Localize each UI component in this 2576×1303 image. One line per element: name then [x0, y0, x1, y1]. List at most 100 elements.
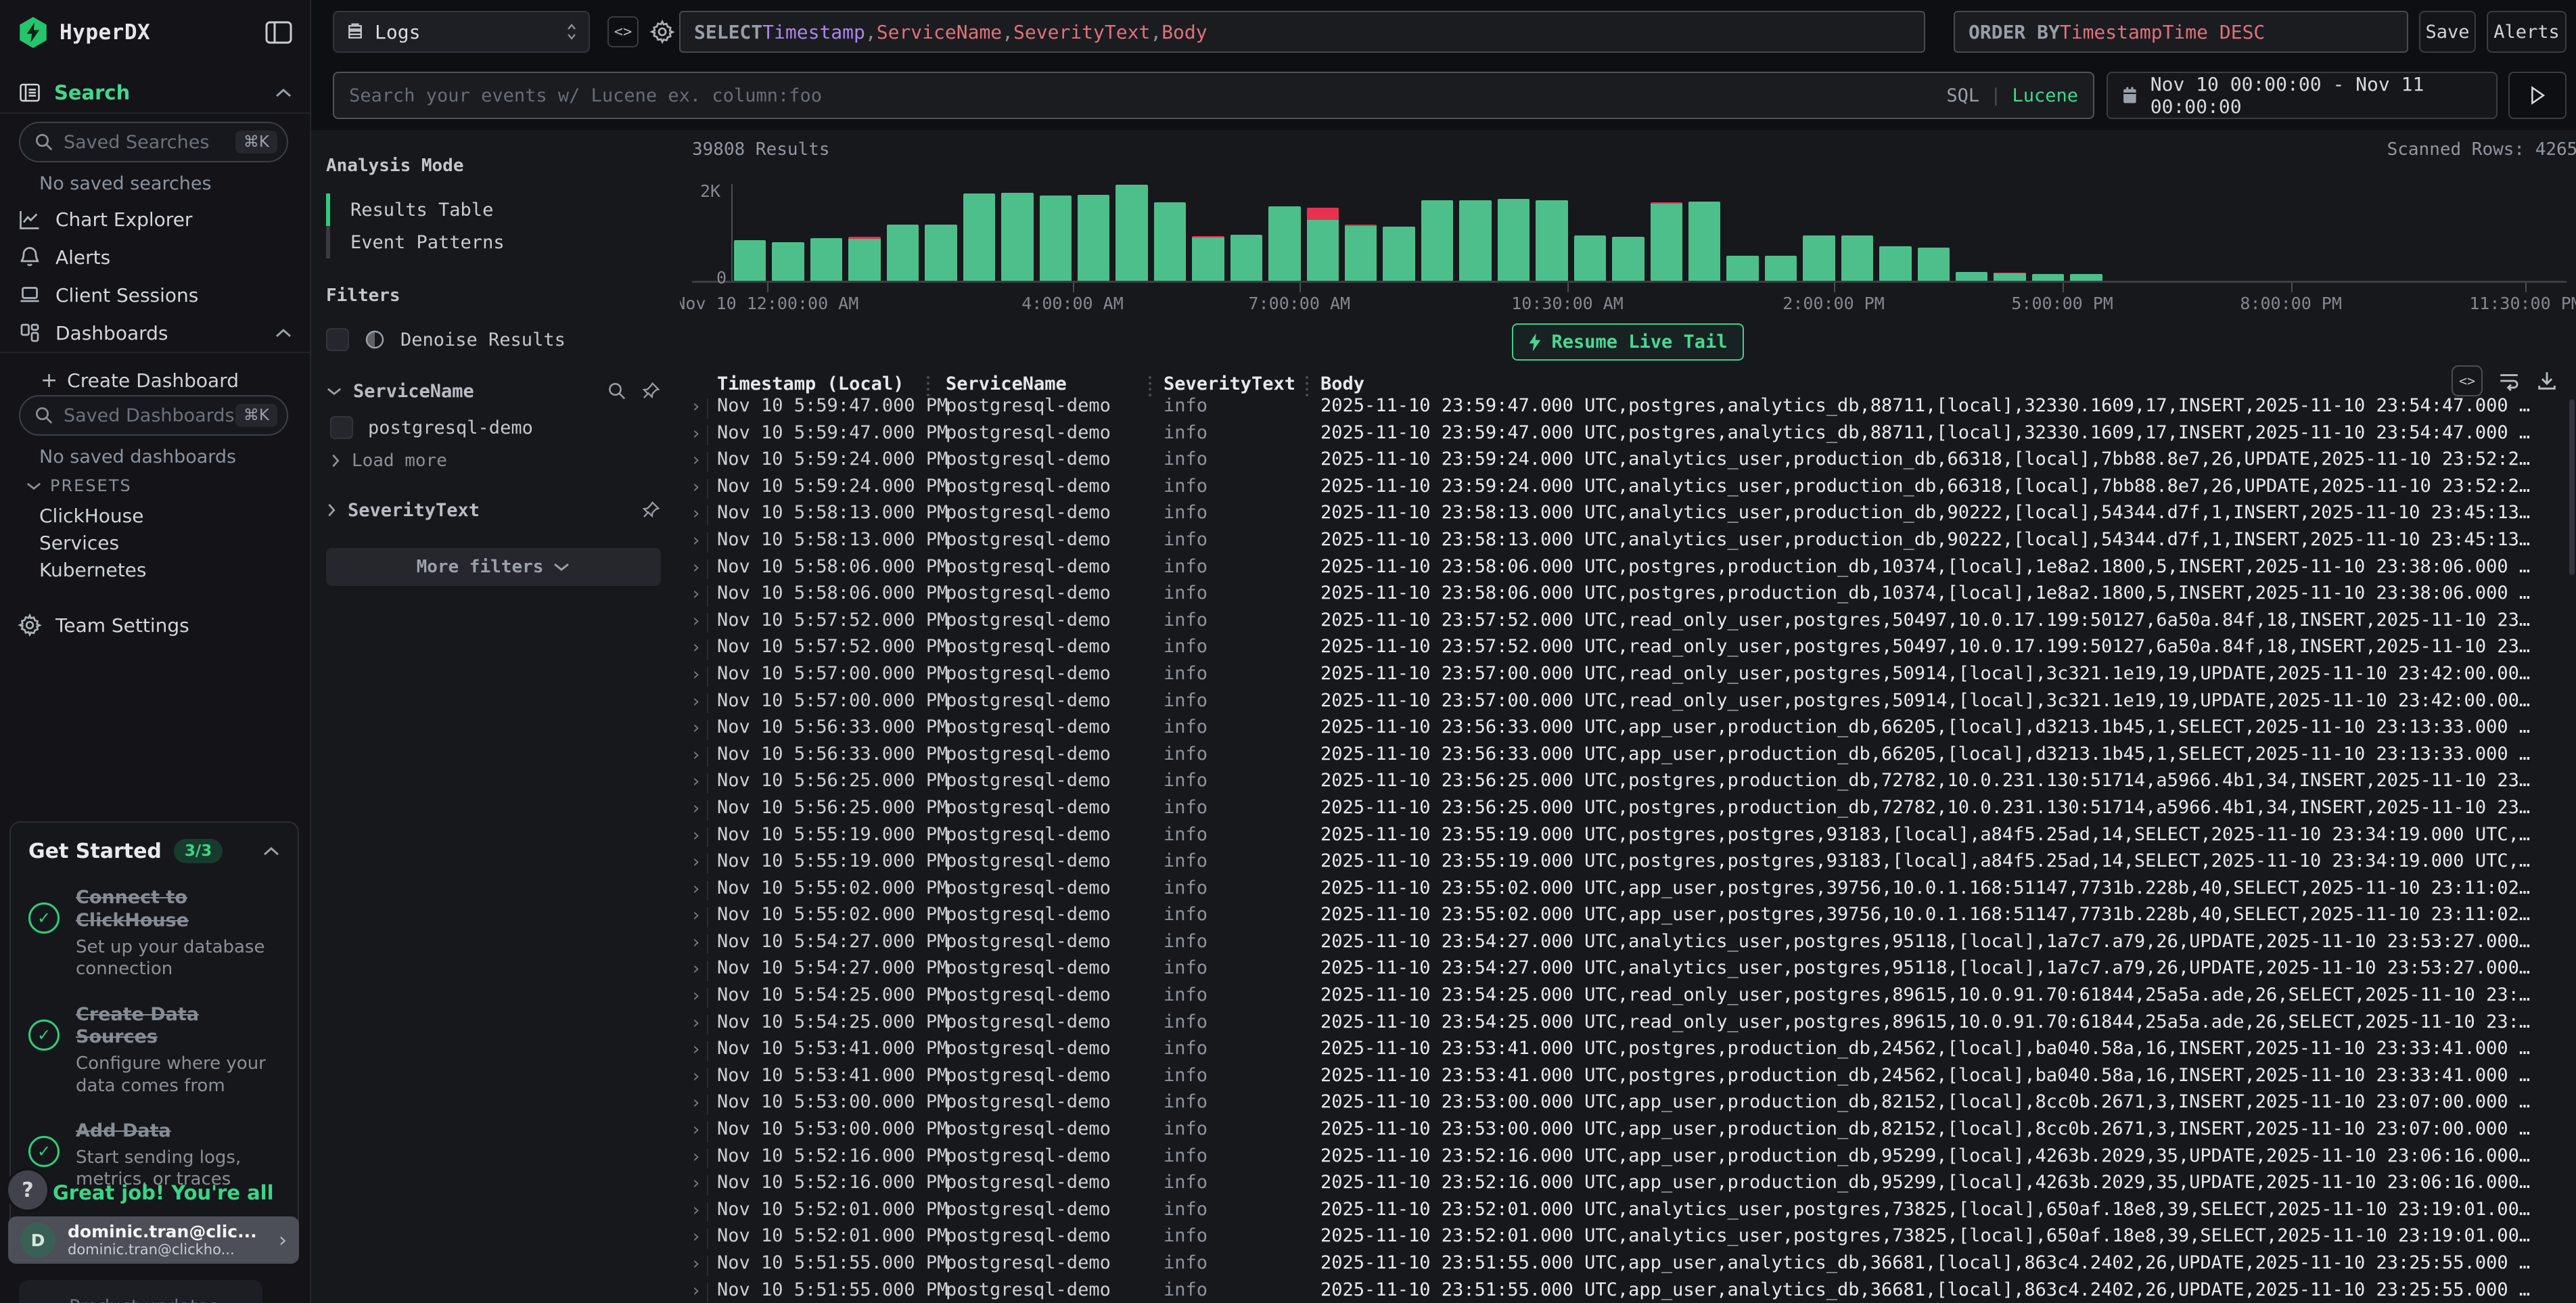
sidebar-item-chart-explorer[interactable]: Chart Explorer — [0, 202, 310, 237]
preset-dashboard-services[interactable]: Services — [39, 532, 119, 554]
table-row[interactable]: ›Nov 10 5:59:47.000 PMpostgresql-demoinf… — [680, 395, 2576, 422]
column-resize-handle[interactable] — [1306, 376, 1308, 396]
column-resize-handle[interactable] — [927, 376, 929, 396]
source-select[interactable]: Logs — [333, 11, 590, 53]
row-expand-chevron[interactable]: › — [691, 584, 702, 604]
presets-toggle[interactable]: PRESETS — [26, 476, 132, 495]
row-expand-chevron[interactable]: › — [691, 959, 702, 979]
date-range-picker[interactable]: Nov 10 00:00:00 - Nov 11 00:00:00 — [2107, 72, 2498, 119]
table-row[interactable]: ›Nov 10 5:55:02.000 PMpostgresql-demoinf… — [680, 904, 2576, 931]
table-row[interactable]: ›Nov 10 5:54:27.000 PMpostgresql-demoinf… — [680, 957, 2576, 984]
table-row[interactable]: ›Nov 10 5:59:24.000 PMpostgresql-demoinf… — [680, 476, 2576, 503]
table-row[interactable]: ›Nov 10 5:58:06.000 PMpostgresql-demoinf… — [680, 556, 2576, 583]
table-row[interactable]: ›Nov 10 5:53:41.000 PMpostgresql-demoinf… — [680, 1065, 2576, 1092]
table-row[interactable]: ›Nov 10 5:56:25.000 PMpostgresql-demoinf… — [680, 797, 2576, 824]
event-search-input[interactable]: Search your events w/ Lucene ex. column:… — [333, 72, 2094, 119]
mode-event-patterns[interactable]: Event Patterns — [326, 226, 661, 258]
mode-results-table[interactable]: Results Table — [326, 193, 661, 226]
column-resize-handle[interactable] — [1149, 376, 1151, 396]
facet-group-servicename[interactable]: ServiceName — [326, 372, 661, 410]
row-expand-chevron[interactable]: › — [691, 1173, 702, 1193]
row-expand-chevron[interactable]: › — [691, 530, 702, 551]
row-expand-chevron[interactable]: › — [691, 1227, 702, 1247]
sidebar-item-dashboards[interactable]: Dashboards — [0, 315, 310, 350]
events-histogram[interactable]: 2K 0 — [692, 181, 2567, 283]
table-row[interactable]: ›Nov 10 5:59:47.000 PMpostgresql-demoinf… — [680, 422, 2576, 449]
chevron-up-icon[interactable] — [275, 327, 292, 338]
chevron-up-icon[interactable] — [262, 846, 280, 856]
sql-editor-toggle-button[interactable]: <> — [607, 16, 639, 47]
row-expand-chevron[interactable]: › — [691, 450, 702, 470]
alerts-button[interactable]: Alerts — [2487, 11, 2567, 53]
get-started-step[interactable]: ✓Create Data SourcesConfigure where your… — [28, 1003, 280, 1097]
row-expand-chevron[interactable]: › — [691, 905, 702, 925]
save-button[interactable]: Save — [2419, 11, 2476, 53]
table-row[interactable]: ›Nov 10 5:58:06.000 PMpostgresql-demoinf… — [680, 582, 2576, 610]
table-row[interactable]: ›Nov 10 5:56:25.000 PMpostgresql-demoinf… — [680, 770, 2576, 797]
column-header-timestamp[interactable]: Timestamp (Local) — [717, 373, 904, 394]
table-row[interactable]: ›Nov 10 5:58:13.000 PMpostgresql-demoinf… — [680, 529, 2576, 556]
facet-group-severitytext[interactable]: SeverityText — [326, 491, 661, 529]
row-expand-chevron[interactable]: › — [691, 1200, 702, 1220]
row-expand-chevron[interactable]: › — [691, 611, 702, 631]
table-row[interactable]: ›Nov 10 5:55:02.000 PMpostgresql-demoinf… — [680, 877, 2576, 905]
preset-dashboard-clickhouse[interactable]: ClickHouse — [39, 505, 143, 527]
row-expand-chevron[interactable]: › — [691, 424, 702, 444]
saved-dashboards-input[interactable]: Saved Dashboards ⌘K — [19, 395, 288, 436]
table-row[interactable]: ›Nov 10 5:59:24.000 PMpostgresql-demoinf… — [680, 449, 2576, 476]
table-row[interactable]: ›Nov 10 5:56:33.000 PMpostgresql-demoinf… — [680, 744, 2576, 771]
denoise-results-checkbox-row[interactable]: Denoise Results — [326, 322, 661, 357]
get-started-step[interactable]: ✓Add DataStart sending logs, metrics, or… — [28, 1120, 280, 1191]
product-updates-card[interactable]: Product updates — [19, 1280, 262, 1303]
row-expand-chevron[interactable]: › — [691, 396, 702, 417]
row-expand-chevron[interactable]: › — [691, 1093, 702, 1113]
sidebar-item-team-settings[interactable]: Team Settings — [0, 608, 310, 643]
row-expand-chevron[interactable]: › — [691, 664, 702, 685]
table-row[interactable]: ›Nov 10 5:51:55.000 PMpostgresql-demoinf… — [680, 1279, 2576, 1303]
sidebar-item-alerts[interactable]: Alerts — [0, 239, 310, 275]
row-expand-chevron[interactable]: › — [691, 932, 702, 953]
sidebar-item-client-sessions[interactable]: Client Sessions — [0, 277, 310, 313]
table-row[interactable]: ›Nov 10 5:55:19.000 PMpostgresql-demoinf… — [680, 850, 2576, 877]
row-expand-chevron[interactable]: › — [691, 825, 702, 846]
vertical-scrollbar[interactable] — [2569, 399, 2575, 575]
chevron-up-icon[interactable] — [275, 87, 292, 98]
table-row[interactable]: ›Nov 10 5:57:52.000 PMpostgresql-demoinf… — [680, 636, 2576, 663]
table-row[interactable]: ›Nov 10 5:53:00.000 PMpostgresql-demoinf… — [680, 1118, 2576, 1145]
table-row[interactable]: ›Nov 10 5:57:52.000 PMpostgresql-demoinf… — [680, 610, 2576, 637]
order-by-input[interactable]: ORDER BY TimestampTime DESC — [1954, 11, 2408, 53]
select-columns-input[interactable]: SELECT Timestamp,ServiceName,SeverityTex… — [679, 11, 1925, 53]
table-row[interactable]: ›Nov 10 5:58:13.000 PMpostgresql-demoinf… — [680, 502, 2576, 529]
table-row[interactable]: ›Nov 10 5:52:16.000 PMpostgresql-demoinf… — [680, 1172, 2576, 1199]
language-toggle-sql[interactable]: SQL — [1946, 85, 1979, 106]
row-expand-chevron[interactable]: › — [691, 1147, 702, 1167]
row-expand-chevron[interactable]: › — [691, 1254, 702, 1274]
row-expand-chevron[interactable]: › — [691, 1281, 702, 1301]
row-expand-chevron[interactable]: › — [691, 691, 702, 712]
help-button[interactable]: ? — [8, 1170, 47, 1210]
column-header-severitytext[interactable]: SeverityText — [1164, 373, 1295, 394]
source-settings-button[interactable] — [647, 16, 678, 47]
saved-searches-input[interactable]: Saved Searches ⌘K — [19, 122, 288, 162]
run-search-button[interactable] — [2508, 72, 2567, 119]
table-row[interactable]: ›Nov 10 5:54:25.000 PMpostgresql-demoinf… — [680, 1011, 2576, 1038]
checkbox[interactable] — [330, 416, 353, 439]
row-expand-chevron[interactable]: › — [691, 852, 702, 872]
row-expand-chevron[interactable]: › — [691, 986, 702, 1006]
collapse-sidebar-icon[interactable] — [265, 21, 292, 44]
row-expand-chevron[interactable]: › — [691, 1039, 702, 1059]
table-row[interactable]: ›Nov 10 5:55:19.000 PMpostgresql-demoinf… — [680, 824, 2576, 851]
row-expand-chevron[interactable]: › — [691, 1066, 702, 1087]
user-menu[interactable]: D dominic.tran@clic... dominic.tran@clic… — [8, 1216, 299, 1264]
table-row[interactable]: ›Nov 10 5:52:16.000 PMpostgresql-demoinf… — [680, 1145, 2576, 1172]
row-expand-chevron[interactable]: › — [691, 771, 702, 792]
wrap-lines-icon[interactable] — [2498, 369, 2521, 392]
row-expand-chevron[interactable]: › — [691, 745, 702, 765]
row-expand-chevron[interactable]: › — [691, 1120, 702, 1140]
table-row[interactable]: ›Nov 10 5:54:27.000 PMpostgresql-demoinf… — [680, 931, 2576, 958]
row-expand-chevron[interactable]: › — [691, 718, 702, 738]
row-expand-chevron[interactable]: › — [691, 503, 702, 524]
table-row[interactable]: ›Nov 10 5:53:41.000 PMpostgresql-demoinf… — [680, 1038, 2576, 1065]
get-started-step[interactable]: ✓Connect to ClickHouseSet up your databa… — [28, 886, 280, 980]
row-expand-chevron[interactable]: › — [691, 477, 702, 497]
